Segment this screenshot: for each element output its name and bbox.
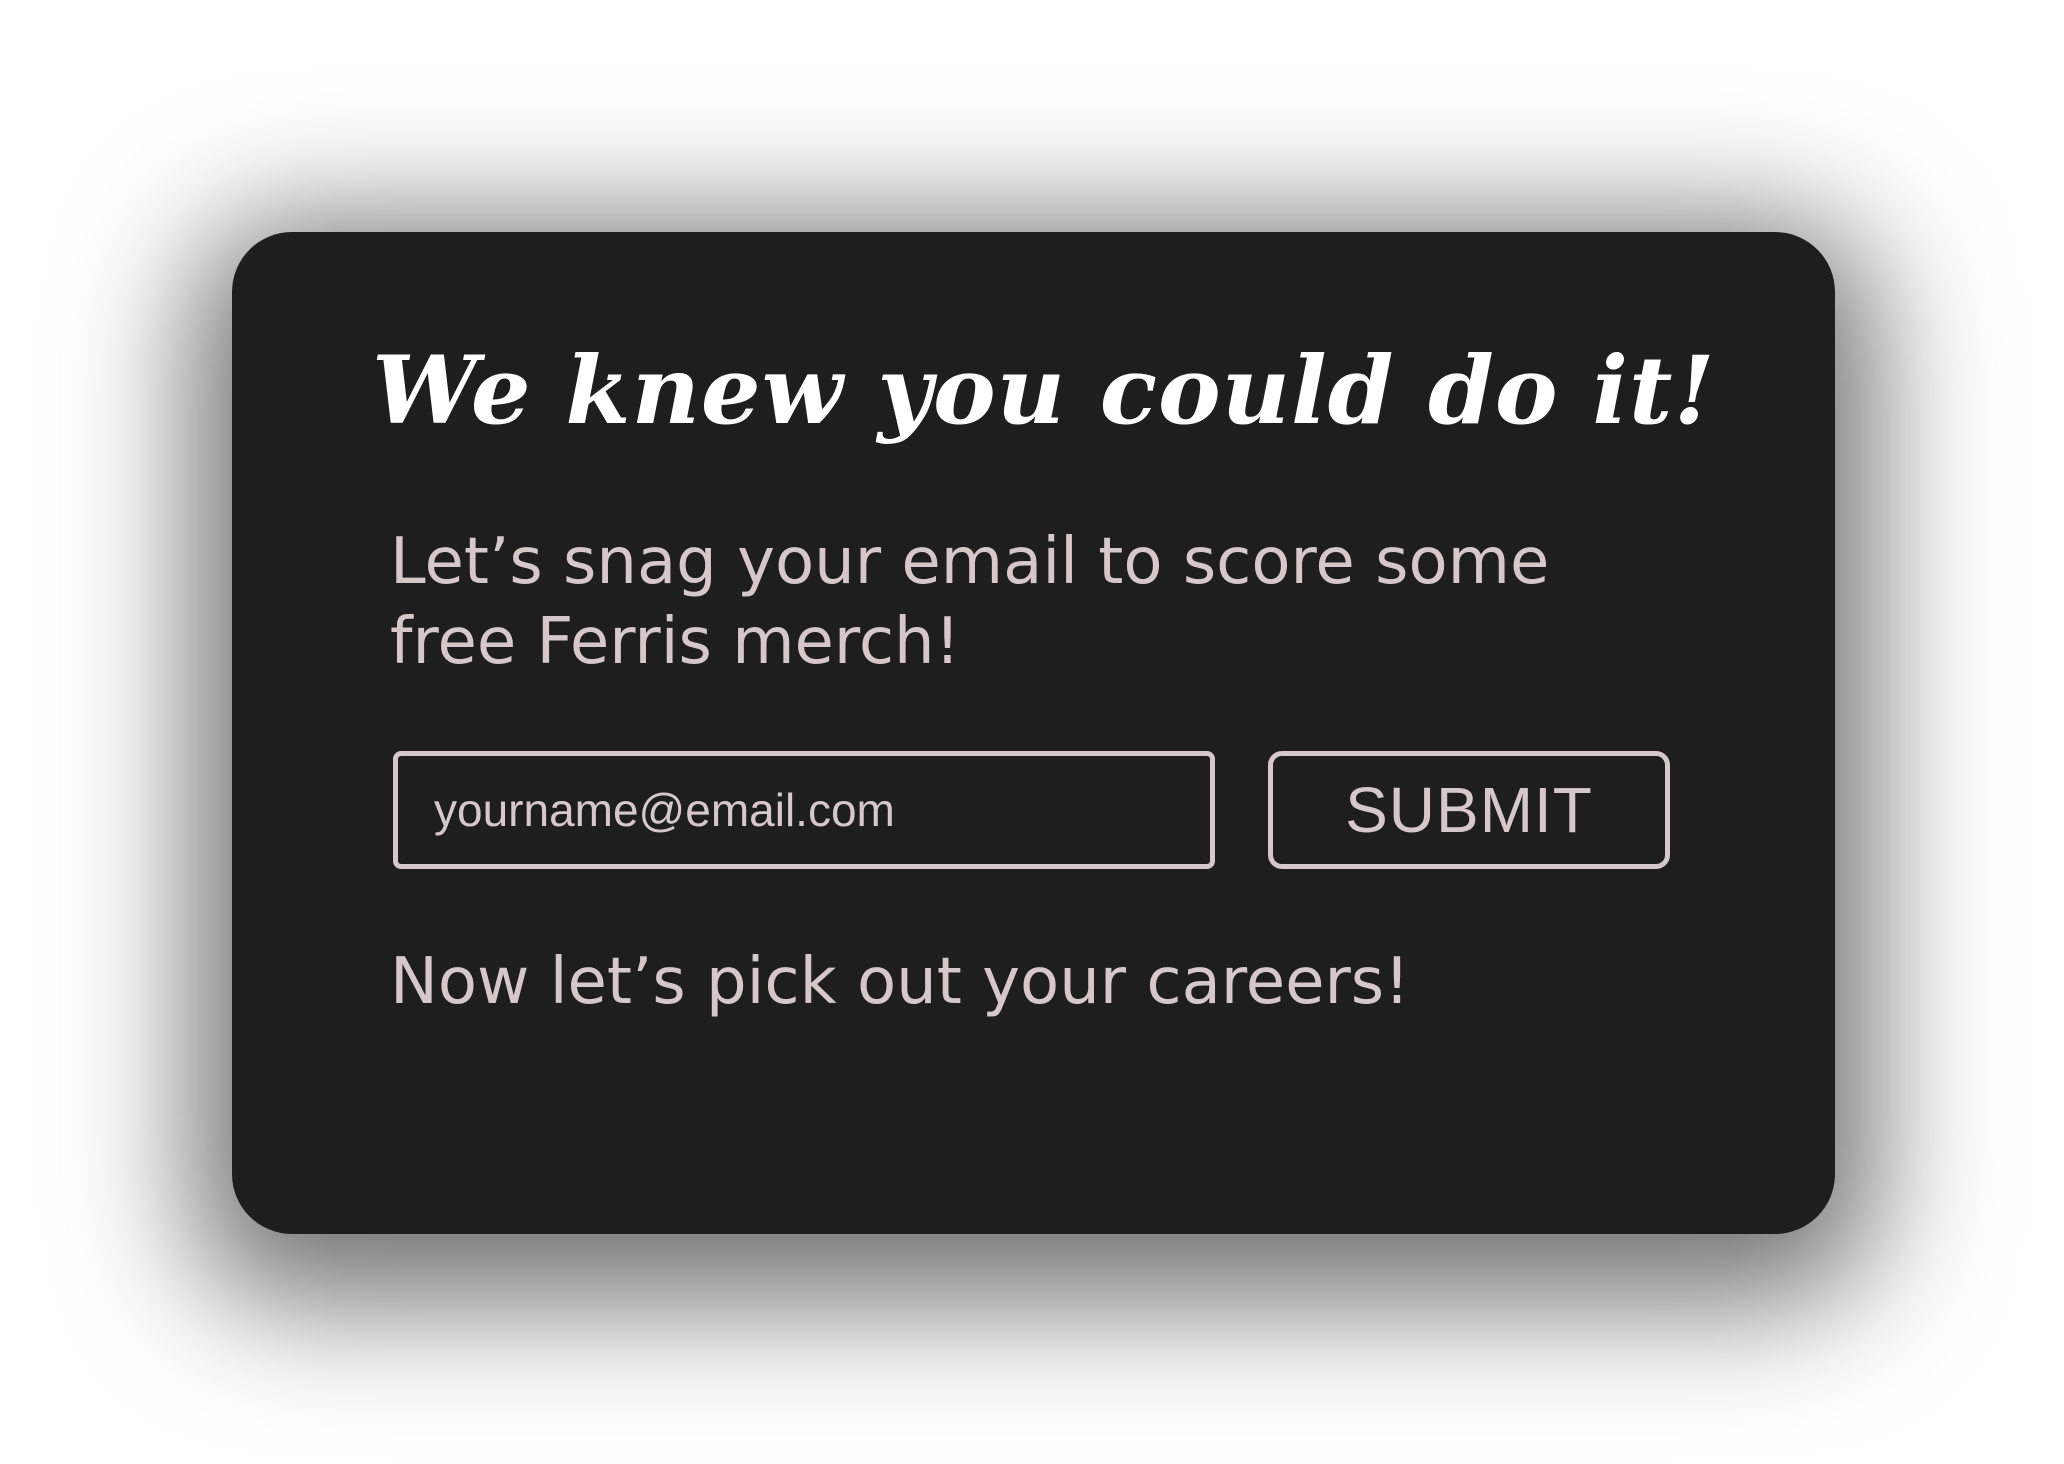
email-input[interactable]	[393, 751, 1215, 869]
headline: We knew you could do it!	[372, 336, 1716, 446]
submit-button[interactable]: SUBMIT	[1268, 751, 1670, 869]
signup-description: Let’s snag your email to score some free…	[390, 525, 1550, 679]
careers-prompt: Now let’s pick out your careers!	[390, 945, 1410, 1019]
email-signup-card: We knew you could do it! Let’s snag your…	[232, 232, 1835, 1234]
